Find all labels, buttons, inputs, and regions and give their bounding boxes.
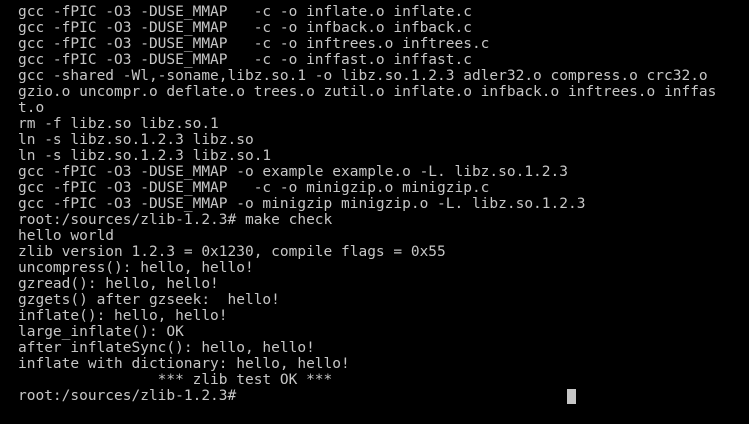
- terminal-line: gcc -fPIC -O3 -DUSE_MMAP -o example exam…: [18, 164, 568, 180]
- terminal-line: gcc -shared -Wl,-soname,libz.so.1 -o lib…: [18, 68, 708, 84]
- terminal-line: gcc -fPIC -O3 -DUSE_MMAP -c -o inftrees.…: [18, 36, 490, 52]
- terminal-line: large_inflate(): OK: [18, 324, 184, 340]
- terminal-line: ln -s libz.so.1.2.3 libz.so.1: [18, 148, 272, 164]
- terminal-line: gcc -fPIC -O3 -DUSE_MMAP -c -o inflate.o…: [18, 4, 472, 20]
- terminal-line: gcc -fPIC -O3 -DUSE_MMAP -o minigzip min…: [18, 196, 586, 212]
- terminal-line: gzread(): hello, hello!: [18, 276, 219, 292]
- terminal-line: gcc -fPIC -O3 -DUSE_MMAP -c -o inffast.o…: [18, 52, 472, 68]
- terminal-line: gzio.o uncompr.o deflate.o trees.o zutil…: [18, 84, 717, 100]
- terminal-line: gcc -fPIC -O3 -DUSE_MMAP -c -o minigzip.…: [18, 180, 490, 196]
- terminal-line: rm -f libz.so libz.so.1: [18, 116, 219, 132]
- terminal-line: gzgets() after gzseek: hello!: [18, 292, 280, 308]
- terminal-line: zlib version 1.2.3 = 0x1230, compile fla…: [18, 244, 446, 260]
- terminal-line: uncompress(): hello, hello!: [18, 260, 254, 276]
- terminal-line: after inflateSync(): hello, hello!: [18, 340, 315, 356]
- terminal-line: ln -s libz.so.1.2.3 libz.so: [18, 132, 254, 148]
- terminal-line: t.o: [18, 100, 45, 116]
- terminal-line: hello world: [18, 228, 115, 244]
- terminal-window[interactable]: gcc -fPIC -O3 -DUSE_MMAP -c -o inflate.o…: [0, 0, 749, 424]
- terminal-line: gcc -fPIC -O3 -DUSE_MMAP -c -o infback.o…: [18, 20, 472, 36]
- terminal-line: *** zlib test OK ***: [18, 372, 333, 388]
- terminal-cursor: [567, 389, 576, 404]
- terminal-line: inflate(): hello, hello!: [18, 308, 228, 324]
- terminal-line: inflate with dictionary: hello, hello!: [18, 356, 350, 372]
- terminal-prompt-line[interactable]: root:/sources/zlib-1.2.3#: [18, 388, 749, 404]
- terminal-line: root:/sources/zlib-1.2.3# make check: [18, 212, 333, 228]
